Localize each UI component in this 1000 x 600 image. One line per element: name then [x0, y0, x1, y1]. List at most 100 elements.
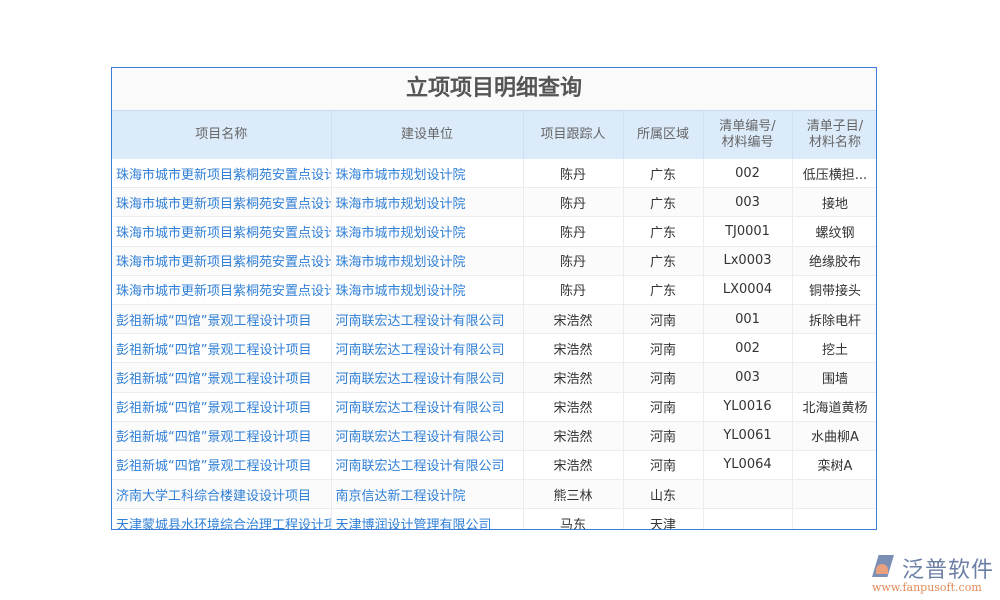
cell-construction-unit[interactable]: 河南联宏达工程设计有限公司: [331, 421, 524, 451]
cell-construction-unit[interactable]: 珠海市城市规划设计院: [331, 159, 524, 189]
table-row[interactable]: 济南大学工科综合楼建设设计项目 南京信达新工程设计院 熊三林 山东: [112, 479, 876, 510]
cell-project-name[interactable]: 彭祖新城“四馆”景观工程设计项目: [112, 333, 332, 364]
cell-project-name[interactable]: 彭祖新城“四馆”景观工程设计项目: [112, 304, 332, 335]
cell-item-name: [792, 479, 876, 510]
cell-item-name: 水曲柳A: [792, 421, 876, 451]
cell-construction-unit[interactable]: 珠海市城市规划设计院: [331, 216, 524, 247]
table-row[interactable]: 彭祖新城“四馆”景观工程设计项目 河南联宏达工程设计有限公司 宋浩然 河南 YL0016…: [112, 392, 876, 422]
cell-item-code: LX0004: [703, 275, 793, 305]
cell-project-name[interactable]: 珠海市城市更新项目紫桐苑安置点设计: [112, 275, 332, 305]
cell-tracker: 宋浩然: [523, 333, 624, 364]
cell-item-name: 螺纹钢: [792, 216, 876, 247]
cell-item-name: 栾树A: [792, 450, 876, 481]
cell-project-name[interactable]: 珠海市城市更新项目紫桐苑安置点设计: [112, 216, 332, 247]
table-row[interactable]: 珠海市城市更新项目紫桐苑安置点设计 珠海市城市规划设计院 陈丹 广东 Lx0003 绝缘胶…: [112, 246, 876, 276]
cell-item-name: 围墙: [792, 362, 876, 393]
cell-item-code: 001: [703, 304, 793, 335]
table-row[interactable]: 彭祖新城“四馆”景观工程设计项目 河南联宏达工程设计有限公司 宋浩然 河南 003 围墙: [112, 362, 876, 393]
column-header-item-name[interactable]: 清单子目/ 材料名称: [792, 111, 876, 159]
cell-construction-unit[interactable]: 天津博润设计管理有限公司: [331, 508, 524, 529]
logo-url: www.fanpusoft.com: [872, 581, 982, 594]
cell-tracker: 马东: [523, 508, 624, 529]
logo-mark-accent-icon: [876, 564, 888, 574]
cell-tracker: 宋浩然: [523, 392, 624, 422]
cell-item-code: YL0016: [703, 392, 793, 422]
cell-construction-unit[interactable]: 河南联宏达工程设计有限公司: [331, 392, 524, 422]
cell-region: 河南: [623, 421, 704, 451]
cell-item-code: YL0061: [703, 421, 793, 451]
column-header-construction-unit[interactable]: 建设单位: [331, 111, 524, 159]
table-row[interactable]: 彭祖新城“四馆”景观工程设计项目 河南联宏达工程设计有限公司 宋浩然 河南 001 拆除电…: [112, 304, 876, 335]
cell-region: 天津: [623, 508, 704, 529]
cell-region: 河南: [623, 392, 704, 422]
cell-construction-unit[interactable]: 南京信达新工程设计院: [331, 479, 524, 510]
cell-tracker: 宋浩然: [523, 421, 624, 451]
cell-region: 广东: [623, 187, 704, 218]
cell-tracker: 宋浩然: [523, 362, 624, 393]
table-header: 项目名称 建设单位 项目跟踪人 所属区域 清单编号/ 材料编号 清单子目/ 材料名称: [112, 111, 876, 159]
cell-item-name: 铜带接头: [792, 275, 876, 305]
cell-project-name[interactable]: 珠海市城市更新项目紫桐苑安置点设计: [112, 159, 332, 189]
cell-item-code: 003: [703, 362, 793, 393]
logo-name: 泛普软件: [902, 558, 995, 583]
cell-item-name: 挖土: [792, 333, 876, 364]
cell-region: 河南: [623, 304, 704, 335]
cell-project-name[interactable]: 彭祖新城“四馆”景观工程设计项目: [112, 421, 332, 451]
cell-region: 广东: [623, 246, 704, 276]
cell-item-code: [703, 508, 793, 529]
cell-tracker: 陈丹: [523, 246, 624, 276]
cell-region: 河南: [623, 362, 704, 393]
table-row[interactable]: 珠海市城市更新项目紫桐苑安置点设计 珠海市城市规划设计院 陈丹 广东 TJ0001 螺纹钢: [112, 216, 876, 247]
cell-tracker: 熊三林: [523, 479, 624, 510]
table-row[interactable]: 天津蒙城县水环境综合治理工程设计项目 天津博润设计管理有限公司 马东 天津: [112, 508, 876, 529]
table-row[interactable]: 珠海市城市更新项目紫桐苑安置点设计 珠海市城市规划设计院 陈丹 广东 LX0004 铜带接…: [112, 275, 876, 305]
cell-construction-unit[interactable]: 河南联宏达工程设计有限公司: [331, 304, 524, 335]
column-header-item-code[interactable]: 清单编号/ 材料编号: [703, 111, 793, 159]
table-row[interactable]: 珠海市城市更新项目紫桐苑安置点设计 珠海市城市规划设计院 陈丹 广东 002 低压横担..…: [112, 159, 876, 189]
detail-table: 项目名称 建设单位 项目跟踪人 所属区域 清单编号/ 材料编号 清单子目/ 材料名称 珠海…: [112, 111, 876, 529]
cell-construction-unit[interactable]: 河南联宏达工程设计有限公司: [331, 333, 524, 364]
cell-item-name: 拆除电杆: [792, 304, 876, 335]
page-title: 立项项目明细查询: [112, 68, 876, 111]
column-header-region[interactable]: 所属区域: [623, 111, 704, 159]
table-row[interactable]: 彭祖新城“四馆”景观工程设计项目 河南联宏达工程设计有限公司 宋浩然 河南 YL0061…: [112, 421, 876, 451]
cell-item-code: TJ0001: [703, 216, 793, 247]
fanpu-logo: 泛普软件 www.fanpusoft.com: [868, 552, 998, 596]
cell-region: 河南: [623, 333, 704, 364]
cell-item-name: 低压横担...: [792, 159, 876, 189]
cell-region: 广东: [623, 159, 704, 189]
cell-tracker: 陈丹: [523, 275, 624, 305]
cell-tracker: 宋浩然: [523, 304, 624, 335]
cell-project-name[interactable]: 天津蒙城县水环境综合治理工程设计项目: [112, 508, 332, 529]
cell-project-name[interactable]: 彭祖新城“四馆”景观工程设计项目: [112, 362, 332, 393]
cell-tracker: 陈丹: [523, 159, 624, 189]
cell-tracker: 陈丹: [523, 187, 624, 218]
table-row[interactable]: 彭祖新城“四馆”景观工程设计项目 河南联宏达工程设计有限公司 宋浩然 河南 002 挖土: [112, 333, 876, 364]
cell-region: 广东: [623, 275, 704, 305]
cell-item-name: 接地: [792, 187, 876, 218]
cell-item-code: YL0064: [703, 450, 793, 481]
cell-project-name[interactable]: 彭祖新城“四馆”景观工程设计项目: [112, 450, 332, 481]
table-row[interactable]: 珠海市城市更新项目紫桐苑安置点设计 珠海市城市规划设计院 陈丹 广东 003 接地: [112, 187, 876, 218]
cell-item-name: 北海道黄杨: [792, 392, 876, 422]
column-header-tracker[interactable]: 项目跟踪人: [523, 111, 624, 159]
cell-item-code: [703, 479, 793, 510]
cell-item-name: 绝缘胶布: [792, 246, 876, 276]
cell-project-name[interactable]: 珠海市城市更新项目紫桐苑安置点设计: [112, 187, 332, 218]
cell-construction-unit[interactable]: 珠海市城市规划设计院: [331, 275, 524, 305]
cell-construction-unit[interactable]: 河南联宏达工程设计有限公司: [331, 362, 524, 393]
cell-project-name[interactable]: 珠海市城市更新项目紫桐苑安置点设计: [112, 246, 332, 276]
cell-project-name[interactable]: 济南大学工科综合楼建设设计项目: [112, 479, 332, 510]
cell-construction-unit[interactable]: 珠海市城市规划设计院: [331, 187, 524, 218]
query-panel: 立项项目明细查询 项目名称 建设单位 项目跟踪人 所属区域 清单编号/ 材料编号 清单子目…: [111, 67, 877, 530]
column-header-project-name[interactable]: 项目名称: [112, 111, 332, 159]
cell-construction-unit[interactable]: 珠海市城市规划设计院: [331, 246, 524, 276]
cell-item-code: 002: [703, 159, 793, 189]
cell-project-name[interactable]: 彭祖新城“四馆”景观工程设计项目: [112, 392, 332, 422]
cell-item-name: [792, 508, 876, 529]
cell-construction-unit[interactable]: 河南联宏达工程设计有限公司: [331, 450, 524, 481]
cell-item-code: 002: [703, 333, 793, 364]
cell-item-code: Lx0003: [703, 246, 793, 276]
cell-region: 广东: [623, 216, 704, 247]
table-row[interactable]: 彭祖新城“四馆”景观工程设计项目 河南联宏达工程设计有限公司 宋浩然 河南 YL0064…: [112, 450, 876, 481]
